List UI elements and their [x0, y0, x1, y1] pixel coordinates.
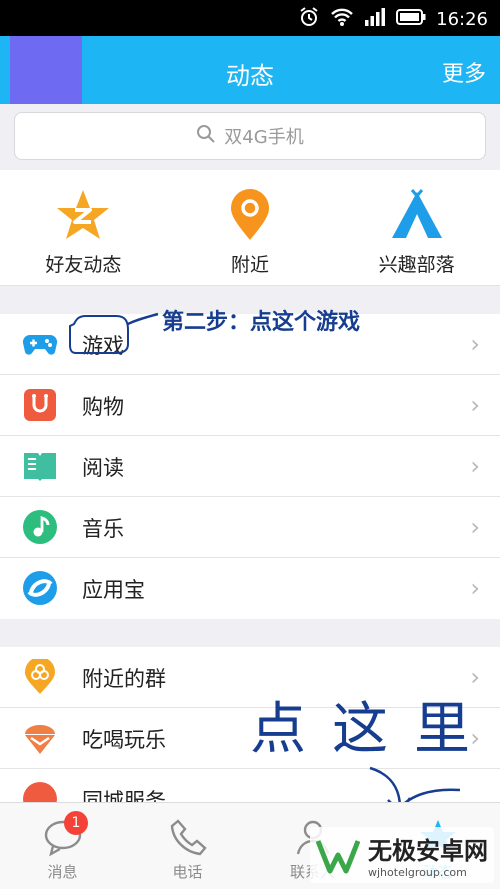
location-pin-icon — [231, 189, 269, 240]
list-item-label: 购物 — [82, 395, 124, 419]
watermark: 无极安卓网 wjhotelgroup.com — [310, 827, 494, 883]
music-icon — [23, 510, 57, 544]
list-item-label: 附近的群 — [82, 667, 166, 691]
watermark-logo-icon — [316, 840, 360, 874]
wifi-icon — [330, 7, 354, 32]
quick-label: 兴趣部落 — [378, 254, 455, 276]
search-placeholder: 双4G手机 — [224, 127, 304, 148]
chevron-right-icon: › — [470, 452, 480, 480]
ice-cream-icon — [25, 725, 55, 754]
clock: 16:26 — [436, 9, 488, 30]
page-title: 动态 — [226, 62, 274, 90]
alarm-icon — [298, 6, 320, 33]
star-icon — [57, 190, 110, 239]
group-icon — [25, 659, 55, 694]
tab-messages[interactable]: 消息 1 — [0, 803, 125, 889]
annotation-click-here: 点这里 — [250, 697, 496, 762]
list-item-label: 应用宝 — [82, 578, 145, 602]
shopping-bag-icon — [24, 389, 56, 421]
search-input[interactable]: 双4G手机 — [14, 112, 486, 160]
tab-label: 消息 — [47, 863, 78, 881]
watermark-url: wjhotelgroup.com — [368, 866, 467, 879]
quick-item-tribe[interactable]: 兴趣部落 — [333, 170, 500, 285]
annotation-step2: 第二步：点这个游戏 — [162, 310, 361, 335]
chevron-right-icon: › — [470, 574, 480, 602]
phone-icon — [170, 819, 207, 856]
quick-label: 好友动态 — [45, 254, 122, 276]
app-store-icon — [23, 571, 57, 605]
quick-entries: 好友动态 附近 兴趣部落 — [0, 170, 500, 286]
status-bar: 16:26 — [0, 0, 500, 36]
search-area: 双4G手机 — [0, 104, 500, 170]
book-icon — [24, 453, 56, 481]
search-icon — [196, 124, 216, 149]
list-item-appstore[interactable]: 应用宝 › — [0, 558, 500, 619]
list-item-label: 吃喝玩乐 — [82, 728, 166, 752]
list-item-shopping[interactable]: 购物 › — [0, 375, 500, 436]
list-item-label: 阅读 — [82, 456, 124, 480]
annotation-circle — [69, 312, 159, 354]
quick-label: 附近 — [231, 254, 270, 276]
list-item-reading[interactable]: 阅读 › — [0, 436, 500, 497]
watermark-name: 无极安卓网 — [368, 837, 488, 865]
unread-badge: 1 — [64, 811, 88, 835]
chevron-right-icon: › — [470, 513, 480, 541]
tab-label: 电话 — [172, 863, 203, 881]
list-item-music[interactable]: 音乐 › — [0, 497, 500, 558]
gamepad-icon — [22, 334, 58, 355]
signal-icon — [364, 7, 386, 32]
chevron-right-icon: › — [470, 330, 480, 358]
quick-item-nearby[interactable]: 附近 — [167, 170, 334, 285]
chevron-right-icon: › — [470, 391, 480, 419]
more-button[interactable]: 更多 — [442, 56, 486, 88]
quick-item-friends[interactable]: 好友动态 — [0, 170, 167, 285]
tab-phone[interactable]: 电话 — [125, 803, 250, 889]
list-item-label: 音乐 — [82, 517, 124, 541]
battery-icon — [396, 8, 426, 31]
tent-icon — [391, 189, 442, 238]
header-bar: 动态 更多 — [0, 36, 500, 104]
